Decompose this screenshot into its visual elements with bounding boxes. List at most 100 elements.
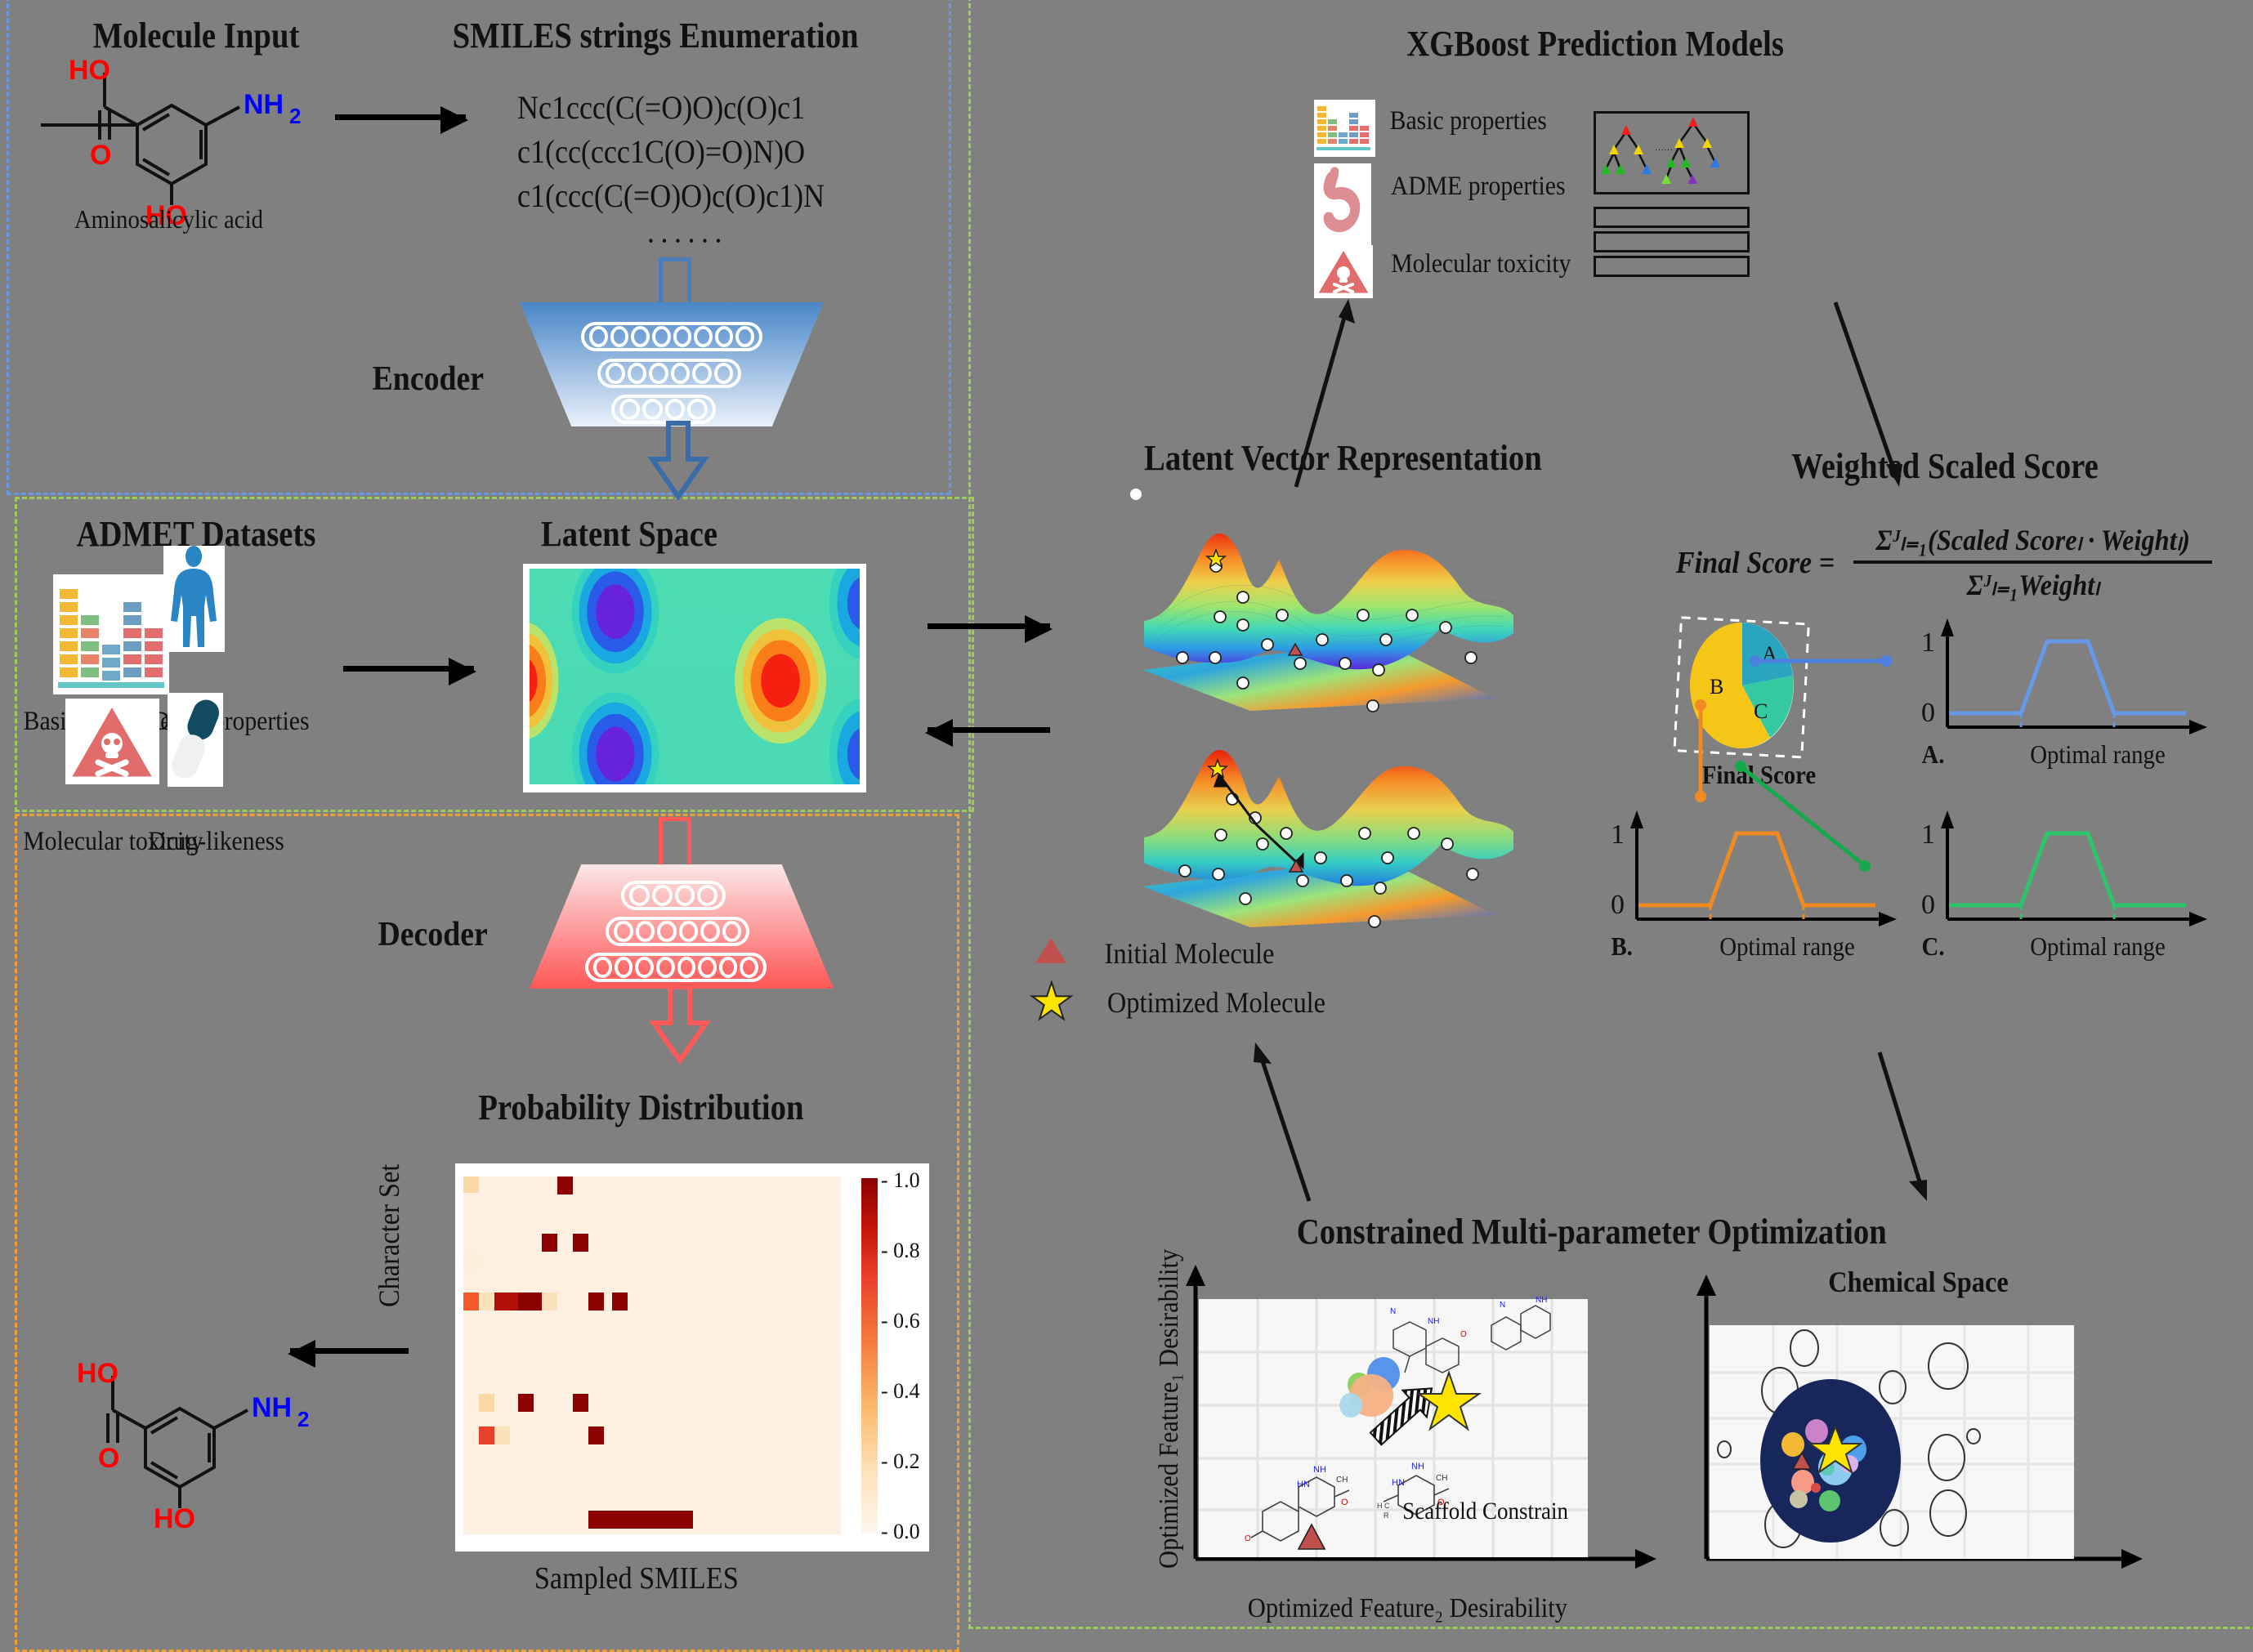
svg-text:······: ······ bbox=[1655, 145, 1673, 155]
molecule-input-title: Molecule Input bbox=[92, 16, 300, 56]
svg-text:0: 0 bbox=[1921, 890, 1935, 920]
heatmap-x-axis-label: Sampled SMILES bbox=[534, 1561, 739, 1596]
heatmap-cell bbox=[463, 1176, 479, 1193]
svg-text:NH: NH bbox=[252, 1392, 292, 1423]
smiles-string: c1(cc(ccc1C(O)=O)N)O bbox=[517, 133, 806, 170]
desirability-plot-b: 1 0 bbox=[1611, 809, 1900, 935]
bar-chart-icon bbox=[53, 574, 169, 694]
xgboost-tree-box: ······ bbox=[1594, 111, 1750, 194]
svg-text:O: O bbox=[98, 1443, 119, 1474]
colorbar-tick: - 1.0 bbox=[881, 1168, 920, 1192]
svg-text:NH: NH bbox=[1313, 1465, 1326, 1475]
probability-heatmap: - 1.0 - 0.8 - 0.6 - 0.4 - 0.2 - 0.0 bbox=[455, 1163, 929, 1552]
heatmap-colorbar bbox=[861, 1178, 878, 1533]
molecule-name-label: Aminosalicylic acid bbox=[74, 204, 263, 234]
colorbar-tick: - 0.4 bbox=[881, 1379, 920, 1403]
heatmap-cell bbox=[479, 1293, 494, 1310]
latent-to-xgboost-arrow bbox=[1283, 294, 1381, 490]
heatmap-cell bbox=[542, 1234, 557, 1252]
cmpo-left-plot: NH HN CH O O NH HN CH O H C R N NH O N N… bbox=[1173, 1250, 1679, 1593]
decoder-output-arrow bbox=[639, 985, 721, 1065]
svg-text:1: 1 bbox=[1611, 819, 1625, 850]
xgboost-item-label: Molecular toxicity bbox=[1391, 249, 1571, 279]
encoder-layer-2 bbox=[597, 359, 741, 388]
svg-text:C: C bbox=[1754, 699, 1768, 723]
svg-text:NH: NH bbox=[244, 89, 284, 120]
desirability-plot-c: 1 0 bbox=[1921, 809, 2211, 935]
encoder-layer-3 bbox=[611, 395, 716, 424]
decoded-molecule-structure: HO O HO NH 2 bbox=[49, 1358, 319, 1534]
colorbar-tick: - 0.6 bbox=[881, 1309, 920, 1333]
heatmap-y-axis-label: Character Set bbox=[373, 1163, 405, 1307]
desirability-plot-a: 1 0 bbox=[1921, 617, 2211, 743]
formula-lhs: Final Score = bbox=[1675, 545, 1835, 580]
weighted-scaled-score-title: Weighted Scaled Score bbox=[1791, 446, 2099, 486]
heatmap-cell bbox=[494, 1427, 510, 1444]
subplot-a-xlabel: Optimal range bbox=[2030, 739, 2166, 769]
svg-text:CH: CH bbox=[1336, 1476, 1348, 1485]
xgboost-output-row bbox=[1594, 256, 1750, 277]
formula-numerator: Σᴶₗ₌₁(Scaled Scoreₗ · Weightₗ) bbox=[1875, 524, 2190, 556]
heatmap-cell bbox=[463, 1293, 479, 1310]
svg-text:N: N bbox=[1390, 1307, 1396, 1316]
decoder-label: Decoder bbox=[378, 916, 488, 953]
toxic-hazard-icon bbox=[65, 699, 159, 784]
pie-to-subplot-b-connector bbox=[1688, 699, 1713, 805]
heatmap-to-molecule-arrow bbox=[288, 1340, 409, 1368]
decoder-layer-3 bbox=[585, 953, 767, 982]
svg-text:1: 1 bbox=[1921, 819, 1935, 850]
heatmap-cell bbox=[588, 1293, 604, 1310]
svg-text:NH: NH bbox=[1536, 1296, 1547, 1305]
pie-to-subplot-a-connector bbox=[1749, 650, 1896, 674]
aminosalicylic-acid-structure: HO O HO NH 2 bbox=[41, 55, 311, 231]
smiles-enumeration-title: SMILES strings Enumeration bbox=[452, 16, 859, 56]
capsule-pill-icon bbox=[168, 693, 223, 787]
heatmap-cell bbox=[588, 1427, 604, 1444]
heatmap-cell bbox=[542, 1293, 557, 1310]
heatmap-cell bbox=[612, 1293, 628, 1310]
encoder-block bbox=[520, 302, 824, 426]
svg-text:0: 0 bbox=[1921, 698, 1935, 728]
probability-distribution-title: Probability Distribution bbox=[478, 1087, 804, 1127]
heatmap-grid bbox=[463, 1176, 841, 1534]
svg-text:HO: HO bbox=[69, 55, 110, 86]
subplot-b-id: B. bbox=[1611, 931, 1633, 961]
scaffold-constrain-annotation: Scaffold Constrain bbox=[1402, 1498, 1568, 1525]
bar-chart-icon bbox=[1314, 100, 1375, 157]
encoder-output-arrow bbox=[637, 421, 719, 502]
final-score-formula: Final Score = Σᴶₗ₌₁(Scaled Scoreₗ · Weig… bbox=[1667, 523, 2223, 602]
legend-label: Initial Molecule bbox=[1104, 937, 1275, 970]
subplot-c-xlabel: Optimal range bbox=[2030, 931, 2166, 961]
svg-text:O: O bbox=[1245, 1534, 1251, 1543]
heatmap-cell bbox=[479, 1394, 494, 1412]
subplot-c-id: C. bbox=[1921, 931, 1945, 961]
xgboost-item-label: ADME properties bbox=[1390, 172, 1566, 201]
smiles-string: c1(ccc(C(=O)O)c(O)c1)N bbox=[517, 177, 825, 214]
svg-text:NH: NH bbox=[1411, 1462, 1424, 1471]
svg-text:CH: CH bbox=[1436, 1474, 1447, 1483]
svg-text:HN: HN bbox=[1392, 1478, 1405, 1488]
heatmap-cell bbox=[494, 1293, 518, 1310]
decoder-input-stem bbox=[659, 817, 691, 868]
latent-to-vector-arrow bbox=[928, 615, 1053, 643]
svg-text:O: O bbox=[1460, 1330, 1467, 1339]
admet-item-label: Drug-likeness bbox=[148, 827, 284, 856]
subplot-a-id: A. bbox=[1921, 739, 1945, 769]
smiles-string: Nc1ccc(C(=O)O)c(O)c1 bbox=[517, 89, 806, 126]
formula-denominator: Σᴶₗ₌₁Weightₗ bbox=[1966, 569, 2099, 601]
smiles-string-list: Nc1ccc(C(=O)O)c(O)c1 c1(cc(ccc1C(O)=O)N)… bbox=[498, 86, 874, 260]
initial-molecule-marker bbox=[1035, 938, 1066, 963]
svg-text:H C: H C bbox=[1377, 1502, 1390, 1510]
cmpo-right-plot bbox=[1683, 1258, 2174, 1585]
svg-text:R: R bbox=[1384, 1511, 1389, 1520]
decoder-layer-2 bbox=[606, 917, 749, 946]
heatmap-cell bbox=[557, 1176, 573, 1194]
human-body-icon bbox=[163, 546, 225, 652]
input-to-smiles-arrow bbox=[335, 106, 468, 134]
svg-text:B: B bbox=[1710, 675, 1723, 699]
admet-to-latent-arrow bbox=[343, 658, 476, 685]
svg-text:0: 0 bbox=[1611, 890, 1625, 920]
heatmap-cell bbox=[588, 1511, 693, 1529]
latent-space-title: Latent Space bbox=[540, 514, 718, 554]
colorbar-tick: - 0.0 bbox=[881, 1520, 920, 1543]
